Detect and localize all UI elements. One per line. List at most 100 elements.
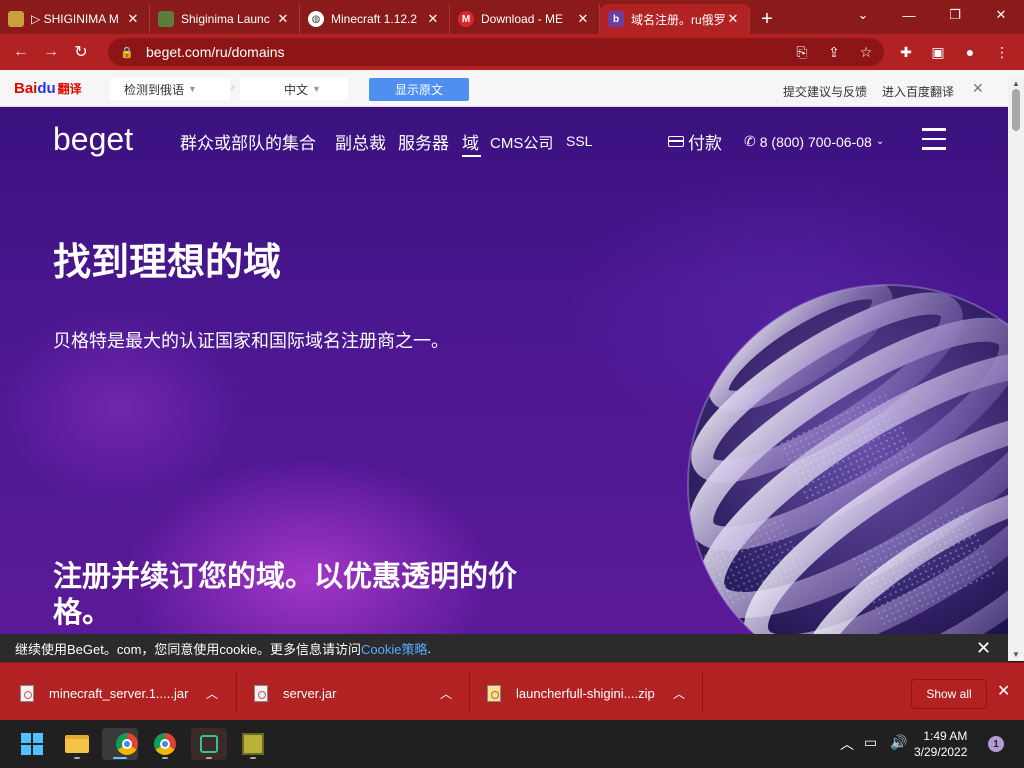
system-clock[interactable]: 1:49 AM 3/29/2022 <box>914 728 967 760</box>
phone-icon: ✆ <box>744 133 756 149</box>
nav-item-domains[interactable]: 域 <box>462 129 479 154</box>
chrome-profile-icon[interactable] <box>147 728 183 760</box>
restore-button[interactable]: ❐ <box>932 0 978 30</box>
enter-baidu-translate-link[interactable]: 进入百度翻译 <box>882 83 954 100</box>
tab-title: Minecraft 1.12.2 <box>331 12 418 26</box>
bookmark-star-icon[interactable]: ☆ <box>852 38 880 66</box>
reload-icon[interactable]: ↻ <box>66 37 96 67</box>
url-text: beget.com/ru/domains <box>146 44 285 60</box>
credit-card-icon <box>668 136 684 147</box>
side-panel-icon[interactable]: ▣ <box>924 38 952 66</box>
show-hidden-icons-chevron-icon[interactable]: ︿ <box>840 734 854 754</box>
target-language-select[interactable]: 中文 ▼ <box>240 78 348 100</box>
payment-label: 付款 <box>688 134 722 153</box>
chevron-up-icon[interactable]: ︿ <box>673 685 685 702</box>
java-file-icon <box>20 684 34 702</box>
beget-page: beget 群众或部队的集合 副总裁 服务器 域 CMS公司 SSL 付款 ✆ … <box>0 107 1008 634</box>
back-icon[interactable]: ← <box>6 37 36 67</box>
close-translate-bar-icon[interactable]: ✕ <box>972 80 984 97</box>
page-title: 找到理想的域 <box>53 242 282 284</box>
close-cookie-banner-icon[interactable]: ✕ <box>976 638 991 659</box>
nav-item-ssl[interactable]: SSL <box>566 133 592 149</box>
minimize-button[interactable]: — <box>886 0 932 30</box>
arrow-right-icon: › <box>230 78 235 94</box>
download-filename: launcherfull-shigini....zip <box>516 685 655 701</box>
translate-icon[interactable]: ⎘ <box>788 38 816 66</box>
close-tab-icon[interactable]: ✕ <box>425 11 441 27</box>
app-launcher-icon[interactable] <box>191 728 227 760</box>
tab-shiginima-launcher[interactable]: Shiginima Launc ✕ <box>150 4 300 34</box>
feedback-link[interactable]: 提交建议与反馈 <box>783 83 867 100</box>
show-all-downloads-button[interactable]: Show all <box>911 679 987 709</box>
forward-icon[interactable]: → <box>36 37 66 67</box>
minecraft-block-icon <box>8 11 24 27</box>
chevron-up-icon[interactable]: ︿ <box>440 685 452 702</box>
beget-icon: b <box>608 11 624 27</box>
tab-minecraft-1-12-2[interactable]: ◍ Minecraft 1.12.2 ✕ <box>300 4 450 34</box>
mega-icon: M <box>458 11 474 27</box>
page-scrollbar[interactable]: ▲ ▼ <box>1008 77 1024 661</box>
payment-link[interactable]: 付款 <box>668 129 722 154</box>
tab-title: ▷ SHIGINIMA M <box>31 12 119 26</box>
address-bar[interactable]: 🔒 beget.com/ru/domains <box>108 38 884 66</box>
clock-date: 3/29/2022 <box>914 745 968 759</box>
download-filename: server.jar <box>283 685 337 701</box>
show-original-button[interactable]: 显示原文 <box>369 78 469 101</box>
nav-item-shared-hosting[interactable]: 群众或部队的集合 <box>180 129 316 154</box>
cookie-text: 继续使用BeGet。com，您同意使用cookie。更多信息请访问 <box>15 641 361 657</box>
zip-file-icon <box>487 684 501 702</box>
tab-search-icon[interactable]: ⌄ <box>840 0 886 30</box>
clock-time: 1:49 AM <box>923 729 968 743</box>
close-tab-icon[interactable]: ✕ <box>575 11 591 27</box>
close-window-button[interactable]: ✕ <box>978 0 1024 30</box>
scroll-down-icon[interactable]: ▼ <box>1008 650 1024 659</box>
close-download-shelf-icon[interactable]: ✕ <box>997 681 1010 701</box>
grass-block-icon <box>158 11 174 27</box>
start-button[interactable] <box>14 728 50 760</box>
extensions-icon[interactable]: ✚ <box>892 38 920 66</box>
phone-dropdown[interactable]: ✆ 8 (800) 700-06-08 ⌄ <box>744 133 884 150</box>
volume-icon[interactable]: 🔊 <box>890 734 907 751</box>
striped-globe-illustration <box>687 284 1008 634</box>
nav-item-vps[interactable]: 副总裁 <box>335 129 386 154</box>
scrollbar-thumb[interactable] <box>1012 89 1020 131</box>
new-tab-button[interactable]: + <box>750 4 784 34</box>
tab-title: Shiginima Launc <box>181 12 270 26</box>
chevron-down-icon: ⌄ <box>875 136 885 147</box>
tab-download-mega[interactable]: M Download - ME ✕ <box>450 4 600 34</box>
beget-logo[interactable]: beget <box>53 121 133 158</box>
divider <box>469 671 470 713</box>
scroll-up-icon[interactable]: ▲ <box>1008 79 1024 88</box>
download-filename: minecraft_server.1.....jar <box>49 685 189 701</box>
cookie-text-end: . <box>427 640 432 656</box>
close-tab-icon[interactable]: ✕ <box>275 11 291 27</box>
notification-badge[interactable]: 1 <box>988 736 1004 752</box>
download-item-server-jar[interactable]: server.jar ︿ <box>254 673 452 713</box>
globe-icon: ◍ <box>308 11 324 27</box>
source-language-select[interactable]: 检测到俄语 ▼ <box>110 78 230 100</box>
close-tab-icon[interactable]: ✕ <box>725 11 741 27</box>
chevron-down-icon: ▼ <box>312 84 321 94</box>
file-explorer-icon[interactable] <box>59 728 95 760</box>
download-item-minecraft-server[interactable]: minecraft_server.1.....jar ︿ <box>20 673 218 713</box>
nav-item-servers[interactable]: 服务器 <box>398 129 449 154</box>
tab-beget-domains[interactable]: b 域名注册。ru俄罗 ✕ <box>600 4 750 34</box>
close-tab-icon[interactable]: ✕ <box>125 11 141 27</box>
hamburger-menu-icon[interactable] <box>922 128 946 150</box>
network-icon[interactable]: ▭ <box>864 734 877 751</box>
download-shelf: minecraft_server.1.....jar ︿ server.jar … <box>0 662 1024 720</box>
cookie-policy-link[interactable]: Cookie策略 <box>361 639 427 658</box>
share-icon[interactable]: ⇪ <box>820 38 848 66</box>
baidu-translate-bar: Baidu 翻译 检测到俄语 ▼ › 中文 ▼ <box>0 70 1024 107</box>
chevron-up-icon[interactable]: ︿ <box>206 685 218 702</box>
active-nav-underline <box>462 155 481 157</box>
chrome-icon[interactable] <box>102 728 138 760</box>
download-item-launcherfull[interactable]: launcherfull-shigini....zip ︿ <box>487 673 685 713</box>
minecraft-grass-block-icon[interactable] <box>235 728 271 760</box>
divider <box>702 671 703 713</box>
profile-avatar-icon[interactable]: ● <box>956 38 984 66</box>
baidu-logo: Baidu 翻译 <box>14 80 82 97</box>
nav-item-cms[interactable]: CMS公司 <box>490 132 553 153</box>
menu-kebab-icon[interactable]: ⋮ <box>988 38 1016 66</box>
tab-shiginima-m[interactable]: ▷ SHIGINIMA M ✕ <box>0 4 150 34</box>
